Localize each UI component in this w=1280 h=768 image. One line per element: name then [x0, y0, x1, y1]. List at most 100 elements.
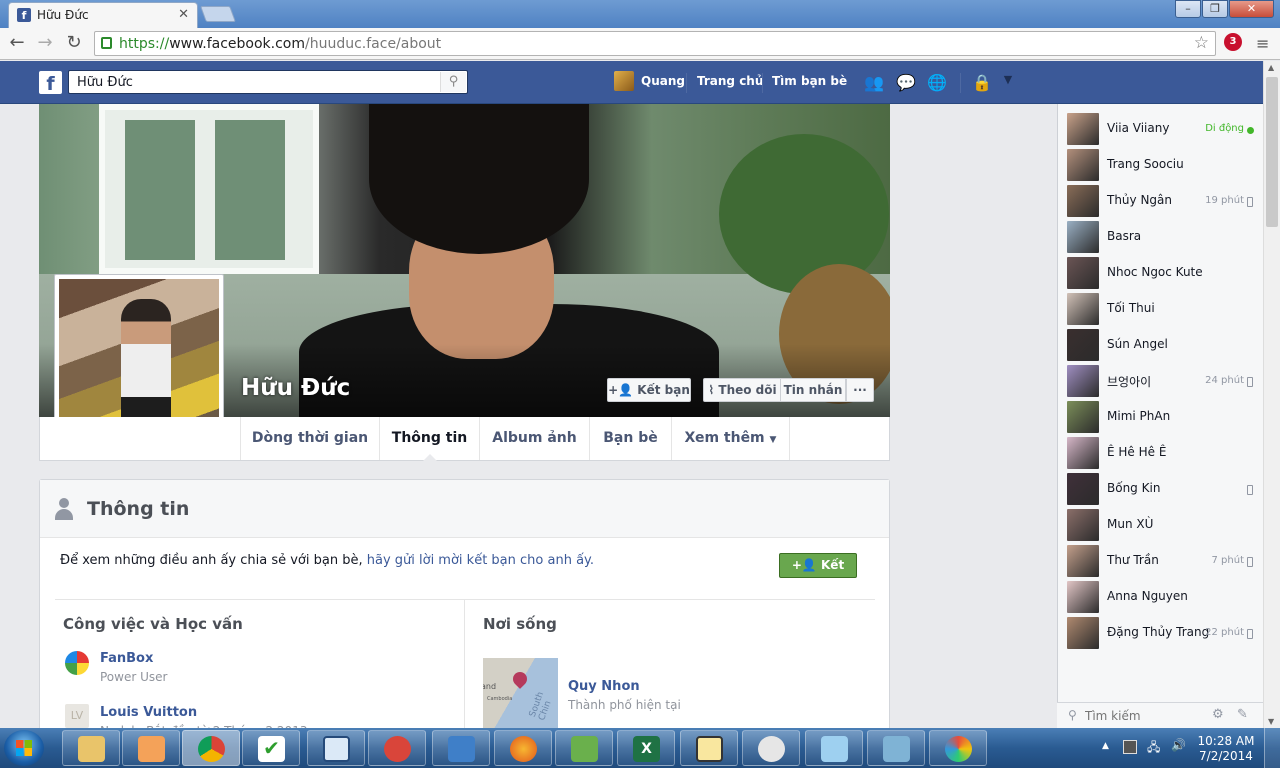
checkmark-app-taskbar-button[interactable]: ✔ [242, 730, 300, 766]
ccleaner-taskbar-button[interactable] [368, 730, 426, 766]
chat-contact[interactable]: 브엉아이 24 phút [1058, 362, 1264, 398]
louis-vuitton-logo-icon[interactable]: LV [65, 704, 89, 728]
robot-app-taskbar-button[interactable] [555, 730, 613, 766]
tray-app-icon[interactable] [1123, 740, 1137, 754]
back-arrow-icon[interactable]: ← [5, 32, 29, 53]
tray-expand-icon[interactable]: ▲ [1102, 741, 1109, 751]
excel-taskbar-button[interactable]: X [617, 730, 675, 766]
account-dropdown-icon[interactable]: ▼ [998, 73, 1018, 93]
tab-about[interactable]: Thông tin [379, 417, 479, 461]
maze-app-taskbar-button[interactable] [307, 730, 365, 766]
chrome-taskbar-button[interactable] [182, 730, 240, 766]
page-scrollbar[interactable]: ▲ ▼ [1263, 61, 1280, 728]
network-app-taskbar-button[interactable] [432, 730, 490, 766]
add-friend-button[interactable]: +👤 Kết bạn [607, 378, 691, 402]
chat-contact[interactable]: Viia Viiany Di động [1058, 110, 1264, 146]
send-request-link[interactable]: hãy gửi lời mời kết bạn cho anh ấy. [367, 553, 594, 568]
robot-icon [571, 736, 598, 762]
contact-avatar [1067, 113, 1099, 145]
address-bar[interactable]: https://www.facebook.com/huuduc.face/abo… [94, 31, 1216, 56]
scrollbar-thumb[interactable] [1266, 77, 1278, 227]
find-friends-link[interactable]: Tìm bạn bè [772, 74, 847, 88]
profile-name[interactable]: Hữu Đức [241, 375, 350, 401]
scroll-down-icon[interactable]: ▼ [1268, 717, 1274, 726]
clock[interactable]: 10:28 AM 7/2/2014 [1196, 734, 1256, 764]
home-link[interactable]: Trang chủ [697, 74, 763, 88]
screen-icon [883, 736, 910, 762]
current-city-link[interactable]: Quy Nhon [568, 679, 640, 694]
chat-contact[interactable]: Anna Nguyen [1058, 578, 1264, 614]
browser-tab[interactable]: f Hữu Đức ✕ [8, 2, 198, 28]
chrome-icon [198, 736, 225, 762]
chat-contact[interactable]: Đặng Thủy Trang 22 phút [1058, 614, 1264, 650]
paint-taskbar-button[interactable] [929, 730, 987, 766]
search-icon[interactable]: ⚲ [440, 72, 466, 92]
bookmark-star-icon[interactable]: ☆ [1194, 33, 1209, 53]
compose-icon[interactable]: ✎ [1237, 707, 1248, 722]
add-friend-green-button[interactable]: +👤 Kết bạn [779, 553, 857, 595]
chat-contact[interactable]: Nhoc Ngoc Kute [1058, 254, 1264, 290]
chat-contact[interactable]: Sún Angel [1058, 326, 1264, 362]
privacy-lock-icon[interactable]: 🔒 [972, 73, 992, 93]
notifications-globe-icon[interactable]: 🌐 [927, 73, 947, 93]
browser-title-bar: f Hữu Đức ✕ – ❐ ✕ [0, 0, 1280, 28]
city-map[interactable]: and Cambodia South Chin [483, 658, 558, 728]
chat-contact[interactable]: Bống Kin [1058, 470, 1264, 506]
reload-icon[interactable]: ↻ [62, 32, 86, 53]
user-profile-link[interactable]: Quang [641, 74, 685, 88]
search-input[interactable] [69, 71, 439, 93]
user-avatar[interactable] [614, 71, 634, 91]
url-text[interactable]: https://www.facebook.com/huuduc.face/abo… [119, 36, 441, 52]
scroll-up-icon[interactable]: ▲ [1268, 63, 1274, 72]
firefox-taskbar-button[interactable] [494, 730, 552, 766]
person-icon [54, 498, 74, 520]
show-desktop-button[interactable] [1264, 728, 1280, 768]
chat-contact[interactable]: Trang Soociu [1058, 146, 1264, 182]
minimize-button[interactable]: – [1175, 0, 1201, 18]
chat-contact[interactable]: Ê Hê Hê Ê [1058, 434, 1264, 470]
tab-more[interactable]: Xem thêm ▼ [671, 417, 790, 460]
contact-avatar [1067, 257, 1099, 289]
close-tab-icon[interactable]: ✕ [178, 7, 189, 22]
chat-contact[interactable]: Mimi PhAn [1058, 398, 1264, 434]
screen-app-taskbar-button[interactable] [867, 730, 925, 766]
chat-contact[interactable]: Thư Trần 7 phút [1058, 542, 1264, 578]
explorer-taskbar-button[interactable] [62, 730, 120, 766]
chat-contact[interactable]: Mun XÙ [1058, 506, 1264, 542]
chat-contact[interactable]: Basra [1058, 218, 1264, 254]
friend-requests-icon[interactable]: 👥 [864, 73, 884, 93]
chat-search-input[interactable] [1085, 707, 1205, 725]
excel-icon: X [633, 736, 660, 762]
gear-icon[interactable]: ⚙ [1212, 707, 1224, 722]
forward-arrow-icon[interactable]: → [33, 32, 57, 53]
job-name[interactable]: FanBox [100, 651, 153, 666]
fanbox-logo-icon[interactable] [65, 651, 89, 675]
bunny-app-taskbar-button[interactable] [742, 730, 800, 766]
more-options-button[interactable]: ··· [846, 378, 874, 402]
job-name[interactable]: Louis Vuitton [100, 705, 197, 720]
follow-button[interactable]: ⌇ Theo dõi [703, 378, 781, 402]
message-button[interactable]: Tin nhắn [780, 378, 846, 402]
volume-icon[interactable]: 🔊 [1171, 738, 1186, 752]
search-box[interactable]: ⚲ [68, 70, 468, 94]
tab-timeline[interactable]: Dòng thời gian [240, 417, 379, 460]
chat-contact[interactable]: Tối Thui [1058, 290, 1264, 326]
extension-icon[interactable]: 3 [1224, 33, 1242, 51]
start-button[interactable] [4, 730, 44, 766]
media-player-taskbar-button[interactable] [122, 730, 180, 766]
contact-avatar [1067, 185, 1099, 217]
notes-app-taskbar-button[interactable] [805, 730, 863, 766]
messages-icon[interactable]: 💬 [896, 73, 916, 93]
contact-avatar [1067, 437, 1099, 469]
facebook-logo-icon[interactable]: f [39, 71, 62, 95]
new-tab-button[interactable] [200, 6, 236, 22]
network-tray-icon[interactable]: 🖧 [1147, 738, 1160, 759]
tab-friends[interactable]: Bạn bè [589, 417, 671, 460]
browser-menu-icon[interactable]: ≡ [1256, 34, 1269, 53]
contact-avatar [1067, 545, 1099, 577]
maximize-button[interactable]: ❐ [1202, 0, 1228, 18]
chat-contact[interactable]: Thủy Ngân 19 phút [1058, 182, 1264, 218]
tab-photos[interactable]: Album ảnh [479, 417, 589, 460]
close-window-button[interactable]: ✕ [1229, 0, 1274, 18]
calculator-app-taskbar-button[interactable] [680, 730, 738, 766]
